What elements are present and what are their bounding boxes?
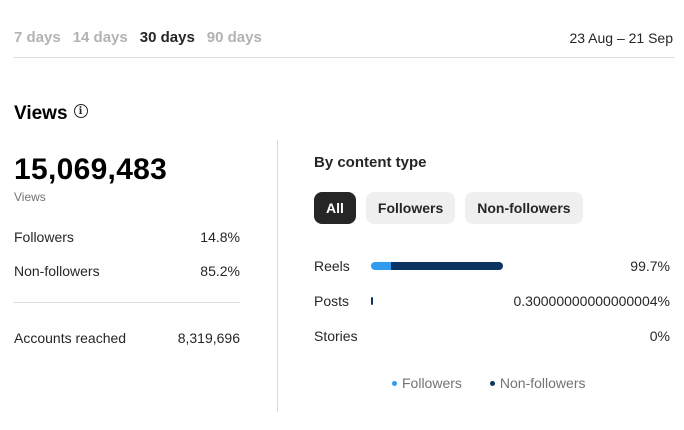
legend-followers-label: Followers (402, 375, 462, 391)
reels-non-followers-bar (390, 262, 503, 270)
info-icon[interactable]: i (73, 104, 88, 118)
tab-30-days[interactable]: 30 days (140, 28, 195, 48)
tab-90-days[interactable]: 90 days (207, 28, 262, 48)
posts-non-followers-bar (371, 297, 373, 305)
stories-label: Stories (314, 328, 358, 344)
posts-percent: 0.30000000000000004% (513, 293, 671, 309)
non-followers-stat-row: Non-followers 85.2% (14, 261, 240, 281)
filter-followers-chip[interactable]: Followers (365, 192, 456, 224)
accounts-reached-row: Accounts reached 8,319,696 (14, 328, 240, 348)
followers-dot-icon (392, 380, 397, 386)
reels-label: Reels (314, 258, 350, 274)
date-range-tabs: 7 days 14 days 30 days 90 days (14, 28, 262, 48)
views-header: Views i (14, 102, 88, 126)
non-followers-stat-value: 85.2% (200, 263, 240, 279)
followers-stat-value: 14.8% (200, 229, 240, 245)
accounts-reached-value: 8,319,696 (177, 330, 240, 346)
left-divider (14, 302, 240, 303)
non-followers-stat-label: Non-followers (14, 263, 100, 279)
top-divider (14, 57, 674, 58)
legend: Followers Non-followers (392, 374, 586, 392)
views-title: Views (14, 103, 68, 124)
reels-bar (371, 262, 503, 270)
accounts-reached-label: Accounts reached (14, 330, 127, 346)
legend-non-followers-label: Non-followers (499, 375, 586, 391)
non-followers-dot-icon (489, 380, 495, 386)
content-type-title: By content type (314, 154, 427, 171)
posts-label: Posts (314, 293, 350, 309)
tab-7-days[interactable]: 7 days (14, 28, 61, 48)
views-total: 15,069,483 (14, 153, 168, 186)
views-total-label: Views (14, 190, 46, 204)
posts-bar (371, 297, 503, 305)
stories-percent: 0% (649, 328, 670, 344)
tab-14-days[interactable]: 14 days (73, 28, 128, 48)
followers-stat-row: Followers 14.8% (14, 227, 240, 247)
filter-all-chip[interactable]: All (314, 192, 356, 224)
content-filter-chips: All Followers Non-followers (314, 192, 583, 224)
reels-followers-bar (371, 262, 391, 270)
reels-row: Reels 99.7% (314, 256, 670, 276)
legend-non-followers: Non-followers (489, 374, 586, 392)
reels-percent: 99.7% (630, 258, 670, 274)
stories-bar (371, 332, 503, 340)
stories-row: Stories 0% (314, 326, 670, 346)
date-range-label: 23 Aug – 21 Sep (569, 30, 673, 46)
filter-non-followers-chip[interactable]: Non-followers (465, 192, 583, 224)
posts-row: Posts 0.30000000000000004% (314, 291, 670, 311)
column-divider (277, 140, 278, 412)
followers-stat-label: Followers (14, 229, 74, 245)
legend-followers: Followers (392, 374, 462, 392)
